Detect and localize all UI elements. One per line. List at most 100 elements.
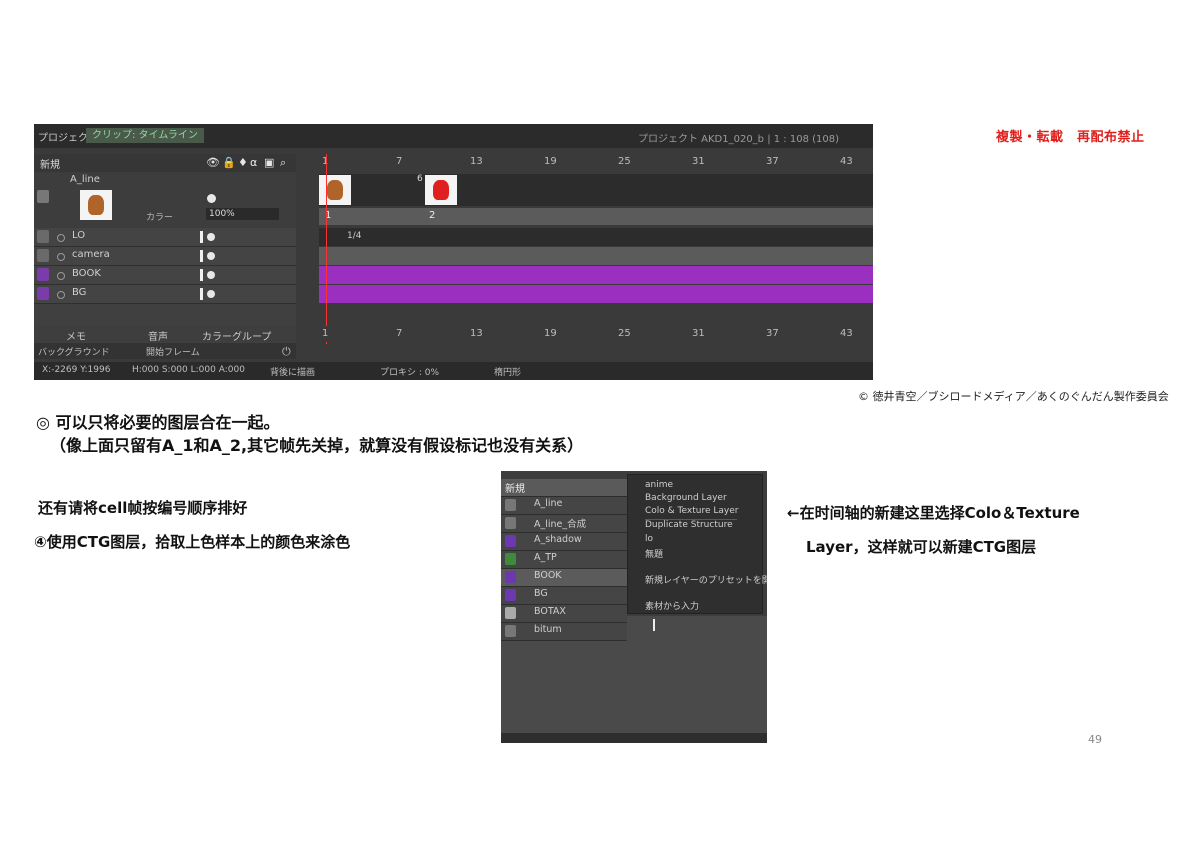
layer-bar (200, 250, 203, 262)
light-icon[interactable]: ♦ (238, 156, 248, 169)
layer-row[interactable]: BOTAX (501, 605, 627, 623)
playhead-marker[interactable] (326, 154, 327, 344)
layer-name: A_line_合成 (534, 519, 587, 530)
status-bar: X:-2269 Y:1996 H:000 S:000 L:000 A:000 背… (34, 362, 873, 380)
frame-ruler-bottom[interactable]: 1 7 13 19 25 31 37 43 (316, 326, 873, 342)
layer-bar (200, 288, 203, 300)
color-group-button[interactable]: カラーグループ (202, 328, 271, 343)
start-frame-dropdown[interactable]: 開始フレーム (146, 345, 200, 358)
ruler-tick: 19 (544, 328, 557, 339)
copyright-text: © 徳井青空／ブシロードメディア／あくのぐんだん製作委員会 (858, 390, 1169, 403)
new-layer-menu-screenshot: 新規 A_line A_line_合成 A_shadow A_TP BOOK B… (501, 471, 767, 743)
ruler-tick: 31 (692, 328, 705, 339)
layer-name: BOTAX (534, 606, 566, 617)
ruler-tick: 7 (396, 328, 403, 339)
tag-icon (505, 589, 516, 601)
tab-clip-timeline[interactable]: クリップ: タイムライン (86, 128, 204, 143)
track-book[interactable] (319, 266, 873, 284)
project-info: プロジェクト AKD1_020_b | 1 : 108 (108) (637, 134, 839, 145)
tag-icon (505, 625, 516, 637)
tag-icon (505, 517, 516, 529)
lock-icon[interactable]: 🔒 (222, 156, 236, 169)
track-lo[interactable]: 1/4 (319, 228, 873, 246)
draw-behind-label: 背後に描画 (270, 368, 316, 378)
new-layer-button[interactable]: 新規 (40, 156, 60, 171)
ruler-tick: 7 (396, 156, 403, 167)
menu-item-background-layer[interactable]: Background Layer (645, 493, 727, 503)
new-layer-button[interactable]: 新規 (505, 480, 525, 495)
cell-frame-thumbnail (319, 175, 351, 205)
track-camera[interactable] (319, 247, 873, 265)
layer-row[interactable]: A_line_合成 (501, 515, 627, 533)
zoom-icon[interactable]: ⌕ (280, 156, 286, 170)
layer-toolbar: 新規 👁 🔒 ♦ α ▣ ⌕ (34, 154, 296, 172)
menu-item-duplicate-structure[interactable]: Duplicate Structure (645, 520, 733, 530)
layer-row[interactable]: A_line (501, 497, 627, 515)
menu-item-open-presets[interactable]: 新規レイヤーのプリセットを開く (645, 573, 767, 586)
menu-item-lo[interactable]: lo (645, 534, 653, 544)
menu-item-import-material[interactable]: 素材から入力 (645, 599, 699, 612)
layer-row-expanded[interactable]: A_line カラー 100% (34, 172, 296, 228)
layer-name: A_shadow (534, 534, 582, 545)
opacity-field[interactable]: 100% (206, 208, 279, 220)
coords-readout: X:-2269 Y:1996 (42, 365, 111, 375)
layer-row[interactable]: BG (501, 587, 627, 605)
ruler-tick: 31 (692, 156, 705, 167)
tag-icon (37, 268, 49, 281)
background-dropdown[interactable]: バックグラウンド (38, 345, 110, 358)
visibility-dot[interactable] (207, 290, 215, 298)
menu-bottom-strip (501, 733, 767, 743)
menu-item-untitled[interactable]: 無題 (645, 547, 663, 560)
ruler-tick: 19 (544, 156, 557, 167)
visibility-dot[interactable] (207, 233, 215, 241)
radio-dot[interactable] (57, 253, 65, 261)
layer-row[interactable]: BOOK (501, 569, 627, 587)
menu-item-colo-texture-layer[interactable]: Colo & Texture Layer (645, 506, 738, 516)
cell-number: 2 (429, 210, 436, 221)
cell-number: 1/4 (347, 231, 362, 241)
radio-dot[interactable] (57, 291, 65, 299)
layer-row-lo[interactable]: LO (34, 228, 296, 247)
memo-button[interactable]: メモ (66, 328, 86, 343)
layer-name: A_line (534, 498, 563, 509)
new-layer-row[interactable]: 新規 (501, 479, 627, 497)
visibility-dot[interactable] (207, 252, 215, 260)
grid-icon[interactable]: ▣ (264, 156, 274, 169)
layer-list-empty (501, 641, 627, 733)
layer-name: LO (72, 230, 86, 241)
timeline-area (627, 616, 767, 743)
alpha-icon[interactable]: α (250, 156, 257, 169)
note-line-6: Layer，这样就可以新建CTG图层 (806, 538, 1037, 556)
frame-ruler-top[interactable]: 1 7 13 19 25 31 37 43 (316, 154, 873, 170)
ruler-tick: 43 (840, 156, 853, 167)
radio-dot[interactable] (57, 234, 65, 242)
menu-item-anime[interactable]: anime (645, 480, 673, 490)
note-line-3: 还有请将cell帧按编号顺序排好 (38, 499, 248, 517)
ellipse-label: 楕円形 (494, 368, 522, 378)
visibility-dot[interactable] (207, 271, 215, 279)
layer-row[interactable]: bitum (501, 623, 627, 641)
layer-row-camera[interactable]: camera (34, 247, 296, 266)
track-a-line[interactable]: 6 (319, 174, 873, 206)
layer-row-bg[interactable]: BG (34, 285, 296, 304)
panel-buttons: メモ 音声 カラーグループ (34, 326, 296, 343)
layer-row[interactable]: A_TP (501, 551, 627, 569)
layer-name: bitum (534, 624, 562, 635)
note-line-2: （像上面只留有A_1和A_2,其它帧先关掉，就算没有假设标记也没有关系） (50, 436, 584, 455)
visibility-dot[interactable] (207, 194, 216, 203)
audio-button[interactable]: 音声 (148, 328, 168, 343)
note-line-4: ④使用CTG图层，拾取上色样本上的颜色来涂色 (34, 533, 351, 551)
layer-bar (200, 231, 203, 243)
radio-dot[interactable] (57, 272, 65, 280)
layer-row[interactable]: A_shadow (501, 533, 627, 551)
track-bg[interactable] (319, 285, 873, 303)
layer-bar (200, 269, 203, 281)
layer-name: BG (534, 588, 548, 599)
layer-row-book[interactable]: BOOK (34, 266, 296, 285)
timeline-header: プロジェクト クリップ: タイムライン プロジェクト AKD1_020_b | … (34, 124, 873, 148)
tag-icon (37, 249, 49, 262)
eye-icon[interactable]: 👁 (206, 156, 220, 169)
layer-name: camera (72, 249, 110, 260)
track-a-line-cells[interactable]: 1 2 (319, 208, 873, 225)
power-icon[interactable]: ⏻ (282, 345, 291, 359)
